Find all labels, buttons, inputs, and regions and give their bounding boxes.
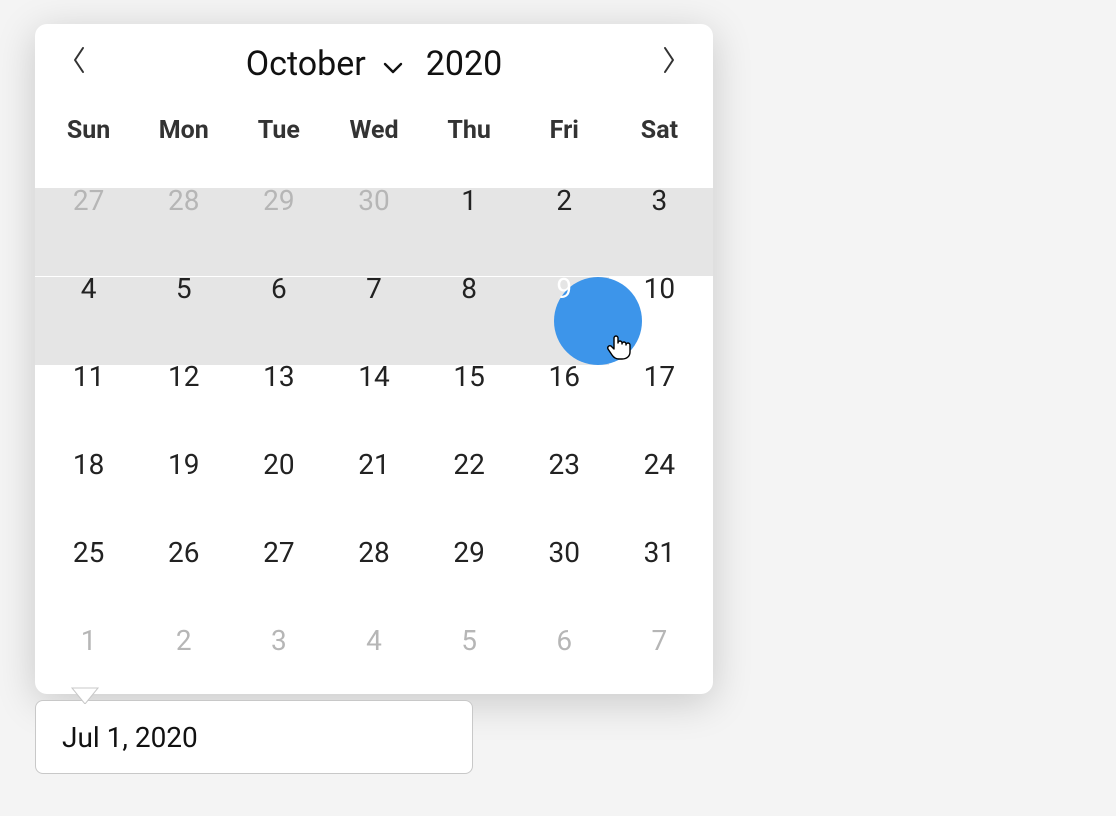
day-cell-hovered[interactable]: 9 [517,244,612,332]
day-cell[interactable]: 19 [136,420,231,508]
day-cell[interactable]: 6 [231,244,326,332]
calendar-grid: 27 28 29 30 1 2 3 4 5 6 7 8 9 10 11 12 1… [35,156,713,690]
chevron-left-icon [70,44,88,84]
day-cell[interactable]: 4 [41,244,136,332]
day-cell[interactable]: 15 [422,332,517,420]
day-cell[interactable]: 3 [612,156,707,244]
pointer-cursor-icon [606,333,634,361]
day-cell[interactable]: 2 [136,596,231,684]
chevron-down-icon [382,44,404,84]
day-cell[interactable]: 27 [231,508,326,596]
day-cell[interactable]: 24 [612,420,707,508]
day-cell[interactable]: 29 [422,508,517,596]
weekday-label: Fri [517,104,612,156]
day-cell[interactable]: 27 [41,156,136,244]
chevron-right-icon [660,44,678,84]
day-cell[interactable]: 13 [231,332,326,420]
day-cell[interactable]: 1 [422,156,517,244]
day-cell[interactable]: 30 [517,508,612,596]
day-cell[interactable]: 12 [136,332,231,420]
weekday-row: Sun Mon Tue Wed Thu Fri Sat [35,104,713,156]
prev-month-button[interactable] [49,34,109,94]
month-select[interactable]: October [246,44,404,84]
day-cell[interactable]: 11 [41,332,136,420]
calendar-header: October 2020 [35,24,713,104]
day-cell[interactable]: 22 [422,420,517,508]
popover-caret-icon [70,686,100,708]
day-cell[interactable]: 28 [326,508,421,596]
weekday-label: Thu [422,104,517,156]
day-cell[interactable]: 21 [326,420,421,508]
day-cell[interactable]: 5 [422,596,517,684]
day-cell[interactable]: 1 [41,596,136,684]
day-cell[interactable]: 23 [517,420,612,508]
weekday-label: Wed [326,104,421,156]
day-cell[interactable]: 7 [612,596,707,684]
day-cell[interactable]: 7 [326,244,421,332]
day-cell[interactable]: 5 [136,244,231,332]
day-cell[interactable]: 20 [231,420,326,508]
day-cell[interactable]: 29 [231,156,326,244]
day-cell[interactable]: 18 [41,420,136,508]
month-label: October [246,44,366,84]
day-cell[interactable]: 6 [517,596,612,684]
day-cell[interactable]: 2 [517,156,612,244]
day-cell[interactable]: 25 [41,508,136,596]
day-cell[interactable]: 4 [326,596,421,684]
day-cell[interactable]: 26 [136,508,231,596]
day-cell[interactable]: 31 [612,508,707,596]
year-select[interactable]: 2020 [426,44,502,84]
weekday-label: Mon [136,104,231,156]
weekday-label: Tue [231,104,326,156]
weekday-label: Sun [41,104,136,156]
day-cell[interactable]: 28 [136,156,231,244]
weekday-label: Sat [612,104,707,156]
day-cell[interactable]: 3 [231,596,326,684]
day-cell[interactable]: 10 [612,244,707,332]
day-cell[interactable]: 14 [326,332,421,420]
calendar-title-group: October 2020 [246,44,502,84]
next-month-button[interactable] [639,34,699,94]
day-cell[interactable]: 16 [517,332,612,420]
day-cell[interactable]: 8 [422,244,517,332]
day-cell[interactable]: 30 [326,156,421,244]
date-input-value: Jul 1, 2020 [62,721,198,754]
date-input[interactable]: Jul 1, 2020 [35,700,473,774]
